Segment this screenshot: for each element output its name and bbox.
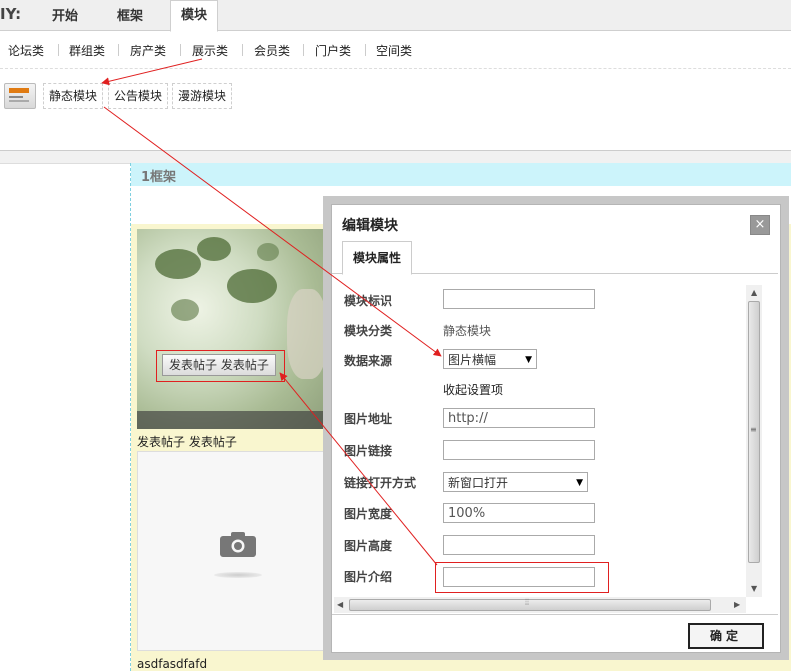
image-desc-label: 图片介绍 [344, 570, 393, 584]
scroll-right-icon[interactable]: ▶ [734, 600, 740, 609]
divider [303, 44, 304, 56]
category-portal[interactable]: 门户类 [315, 42, 351, 59]
tab-start[interactable]: 开始 [52, 5, 78, 24]
divider [0, 68, 791, 69]
photo-caption[interactable]: 发表帖子 发表帖子 [137, 433, 237, 450]
annotation-highlight-box [156, 350, 285, 382]
category-display[interactable]: 展示类 [192, 42, 228, 59]
image-width-input[interactable]: 100% [443, 503, 595, 523]
scroll-up-icon[interactable]: ▲ [751, 288, 757, 297]
data-source-value: 图片横幅 [448, 353, 497, 367]
horizontal-scroll-thumb[interactable] [349, 599, 711, 611]
module-category-label: 模块分类 [344, 324, 393, 338]
category-forum[interactable]: 论坛类 [8, 42, 44, 59]
image-url-input[interactable]: http:// [443, 408, 595, 428]
image-height-input[interactable] [443, 535, 595, 555]
data-source-select[interactable]: 图片横幅 ▼ [443, 349, 537, 369]
camera-icon [220, 532, 256, 557]
category-row: 论坛类 群组类 房产类 展示类 会员类 门户类 空间类 [0, 36, 791, 66]
diy-label: IY: [0, 5, 22, 23]
grip-icon: ≡ [750, 425, 757, 434]
module-static-button[interactable]: 静态模块 [43, 83, 104, 109]
image-link-label: 图片链接 [344, 444, 393, 458]
camera-shadow [214, 572, 262, 578]
module-category-value: 静态模块 [443, 324, 492, 338]
divider [332, 614, 778, 615]
divider [0, 150, 791, 164]
banner-image[interactable] [137, 229, 337, 429]
image-title-bar [137, 411, 337, 429]
tab-module-properties[interactable]: 模块属性 [342, 241, 413, 275]
grip-icon: ⦙⦙ [525, 598, 530, 608]
category-group[interactable]: 群组类 [69, 42, 105, 59]
category-house[interactable]: 房产类 [130, 42, 166, 59]
image-url-label: 图片地址 [344, 412, 393, 426]
divider [118, 44, 119, 56]
link-open-select[interactable]: 新窗口打开 ▼ [443, 472, 588, 492]
chevron-down-icon: ▼ [576, 478, 583, 488]
link-open-value: 新窗口打开 [448, 476, 509, 490]
divider [242, 44, 243, 56]
chevron-down-icon: ▼ [525, 355, 532, 365]
scroll-left-icon[interactable]: ◀ [337, 600, 343, 609]
static-module-icon [4, 83, 36, 109]
image-link-input[interactable] [443, 440, 595, 460]
annotation-highlight-box [435, 562, 609, 593]
divider [58, 44, 59, 56]
scroll-down-icon[interactable]: ▼ [751, 584, 757, 593]
dialog-title: 编辑模块 [342, 218, 398, 234]
tab-frame[interactable]: 框架 [117, 5, 143, 24]
confirm-button[interactable]: 确定 [688, 623, 764, 649]
divider [365, 44, 366, 56]
link-open-label: 链接打开方式 [344, 476, 417, 490]
module-id-input[interactable] [443, 289, 595, 309]
image-height-label: 图片高度 [344, 539, 393, 553]
data-source-label: 数据来源 [344, 354, 393, 368]
close-icon[interactable]: × [750, 215, 770, 235]
category-member[interactable]: 会员类 [254, 42, 290, 59]
module-notice-button[interactable]: 公告模块 [108, 83, 169, 109]
category-space[interactable]: 空间类 [376, 42, 412, 59]
frame-header[interactable] [131, 163, 791, 186]
image-width-label: 图片宽度 [344, 507, 393, 521]
collapse-settings-link[interactable]: 收起设置项 [443, 381, 503, 398]
tab-module[interactable]: 模块 [170, 0, 219, 32]
module-roam-button[interactable]: 漫游模块 [172, 83, 233, 109]
cell-caption[interactable]: asdfasdfafd [137, 657, 207, 671]
frame-title: 1框架 [141, 170, 177, 185]
divider [180, 44, 181, 56]
module-id-label: 模块标识 [344, 294, 393, 308]
